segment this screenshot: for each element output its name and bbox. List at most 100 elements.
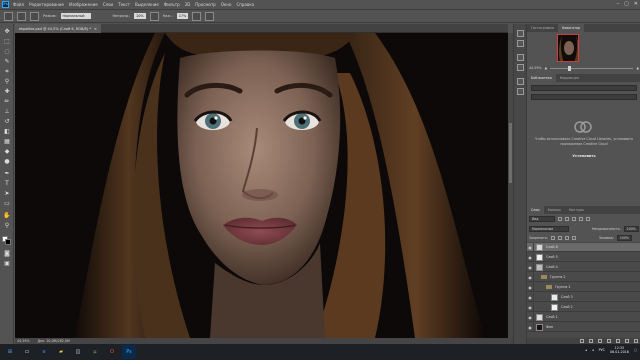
network-icon[interactable]: ▴ [585,348,587,352]
visibility-eye-icon[interactable]: ◉ [527,302,534,312]
tab-paths[interactable]: Контуры [565,206,588,214]
filter-adjustment-icon[interactable] [565,217,569,221]
visibility-eye-icon[interactable]: ◉ [527,242,534,252]
path-select-tool-icon[interactable]: ➤ [3,190,11,198]
quick-mask-icon[interactable]: ◙ [3,250,11,258]
blend-mode-select[interactable]: Нормальные [529,225,569,232]
new-group-icon[interactable] [616,339,620,343]
menu-help[interactable]: Справка [236,2,254,7]
photoshop-taskbar-icon[interactable]: Ps [122,345,136,359]
layer-row[interactable]: ◉ Слой 3 [527,292,640,302]
layer-row[interactable]: ◉ Слой 4 [527,262,640,272]
menu-3d[interactable]: 3D [185,2,191,7]
brush-panel-icon[interactable] [30,11,39,21]
layer-row[interactable]: ◉ Фон [527,322,640,332]
visibility-eye-icon[interactable]: ◉ [527,312,534,322]
move-tool-icon[interactable]: ✥ [3,28,11,36]
flow-field[interactable]: 17% [176,13,189,19]
start-button-icon[interactable]: ⊞ [3,345,17,359]
lock-transparent-icon[interactable] [550,235,555,240]
store-icon[interactable]: ◫ [71,345,85,359]
taskview-icon[interactable]: ▭ [20,345,34,359]
actions-panel-icon[interactable] [517,40,524,47]
fill-field[interactable]: 100% [616,234,632,241]
type-tool-icon[interactable]: T [3,180,11,188]
visibility-eye-icon[interactable]: ◉ [527,282,534,292]
brush-size-icon[interactable] [17,11,26,21]
menu-edit[interactable]: Редактирование [29,2,64,7]
opera-icon[interactable]: O [105,345,119,359]
menu-view[interactable]: Просмотр [195,2,216,7]
visibility-eye-icon[interactable]: ◉ [527,262,534,272]
delete-layer-icon[interactable] [634,339,638,343]
pressure-size-icon[interactable] [205,11,215,21]
menu-window[interactable]: Окно [221,2,232,7]
gradient-tool-icon[interactable]: ▦ [3,138,11,146]
hand-tool-icon[interactable]: ✋ [3,212,11,220]
screen-mode-icon[interactable]: ▣ [3,260,11,268]
menu-type[interactable]: Текст [118,2,130,7]
menu-filter[interactable]: Фильтр [164,2,180,7]
library-search-input[interactable] [531,94,637,100]
install-button[interactable]: Установить [565,154,603,160]
add-mask-icon[interactable] [598,339,602,343]
zoom-slider-knob[interactable] [568,65,572,71]
lasso-tool-icon[interactable]: ◌ [3,48,11,56]
healing-tool-icon[interactable]: ✚ [3,88,11,96]
lock-all-icon[interactable] [571,235,576,240]
visibility-eye-icon[interactable]: ◉ [527,272,534,282]
navigator-zoom-value[interactable]: 44,59% [529,66,542,70]
document-tab[interactable]: ekpalitra.psd @ 44,5% (Слой 6, RGB/8) * … [15,24,101,33]
file-explorer-icon[interactable]: ▰ [54,345,68,359]
navigator-zoom-slider[interactable] [550,65,634,71]
filter-pixel-icon[interactable] [558,217,562,221]
filter-smart-object-icon[interactable] [586,217,590,221]
new-layer-icon[interactable] [625,339,629,343]
properties-panel-icon[interactable] [517,54,524,61]
blur-tool-icon[interactable]: ◆ [3,148,11,156]
close-button[interactable]: ✕ [634,1,638,7]
maximize-button[interactable]: ▢ [624,1,629,7]
dodge-tool-icon[interactable]: ● [3,158,11,166]
zoom-in-icon[interactable]: ▲ [636,66,639,70]
layer-style-icon[interactable] [589,339,593,343]
link-layers-icon[interactable] [580,339,584,343]
layer-opacity-field[interactable]: 100% [623,225,639,232]
stamp-tool-icon[interactable]: ⊥ [3,108,11,116]
layer-row[interactable]: ◉ Группа 2 [527,272,640,282]
filter-shape-icon[interactable] [579,217,583,221]
menu-file[interactable]: Файл [13,2,24,7]
brush-tool-icon[interactable]: ✏ [3,98,11,106]
mode-select[interactable]: Нормальный [60,13,91,19]
layer-row[interactable]: ◉ Слой 1 [527,312,640,322]
library-select[interactable] [531,85,637,91]
character-panel-icon[interactable] [517,88,524,95]
navigator-preview[interactable] [557,34,579,62]
layer-row[interactable]: ◉ Группа 1 [527,282,640,292]
lock-position-icon[interactable] [564,235,569,240]
utorrent-icon[interactable]: µ [88,345,102,359]
edge-browser-icon[interactable]: e [37,345,51,359]
crop-tool-icon[interactable]: ⌗ [3,68,11,76]
minimize-button[interactable]: – [617,1,620,7]
tab-adjustments[interactable]: Коррекция [556,74,583,82]
layer-row[interactable]: ◉ Слой 5 [527,252,640,262]
visibility-eye-icon[interactable]: ◉ [527,322,534,332]
tab-libraries[interactable]: Библиотеки [527,74,556,82]
background-color-swatch[interactable] [5,239,11,245]
notifications-icon[interactable]: ▢ [634,348,637,352]
zoom-out-icon[interactable]: ▲ [545,66,548,70]
system-clock[interactable]: 12:35 06.01.2016 [610,346,629,354]
quick-select-tool-icon[interactable]: ✎ [3,58,11,66]
image-canvas[interactable] [15,33,508,338]
tab-navigator[interactable]: Навигатор [557,24,585,32]
lock-image-icon[interactable] [557,235,562,240]
layer-filter-select[interactable]: Вид [529,216,555,222]
airbrush-icon[interactable] [192,11,202,21]
history-panel-icon[interactable] [517,30,524,37]
tab-histogram[interactable]: Гистограмма [527,24,558,32]
scrollbar-thumb[interactable] [509,123,512,183]
tab-layers[interactable]: Слои [527,206,544,214]
filter-type-icon[interactable] [572,217,576,221]
visibility-eye-icon[interactable]: ◉ [527,252,534,262]
